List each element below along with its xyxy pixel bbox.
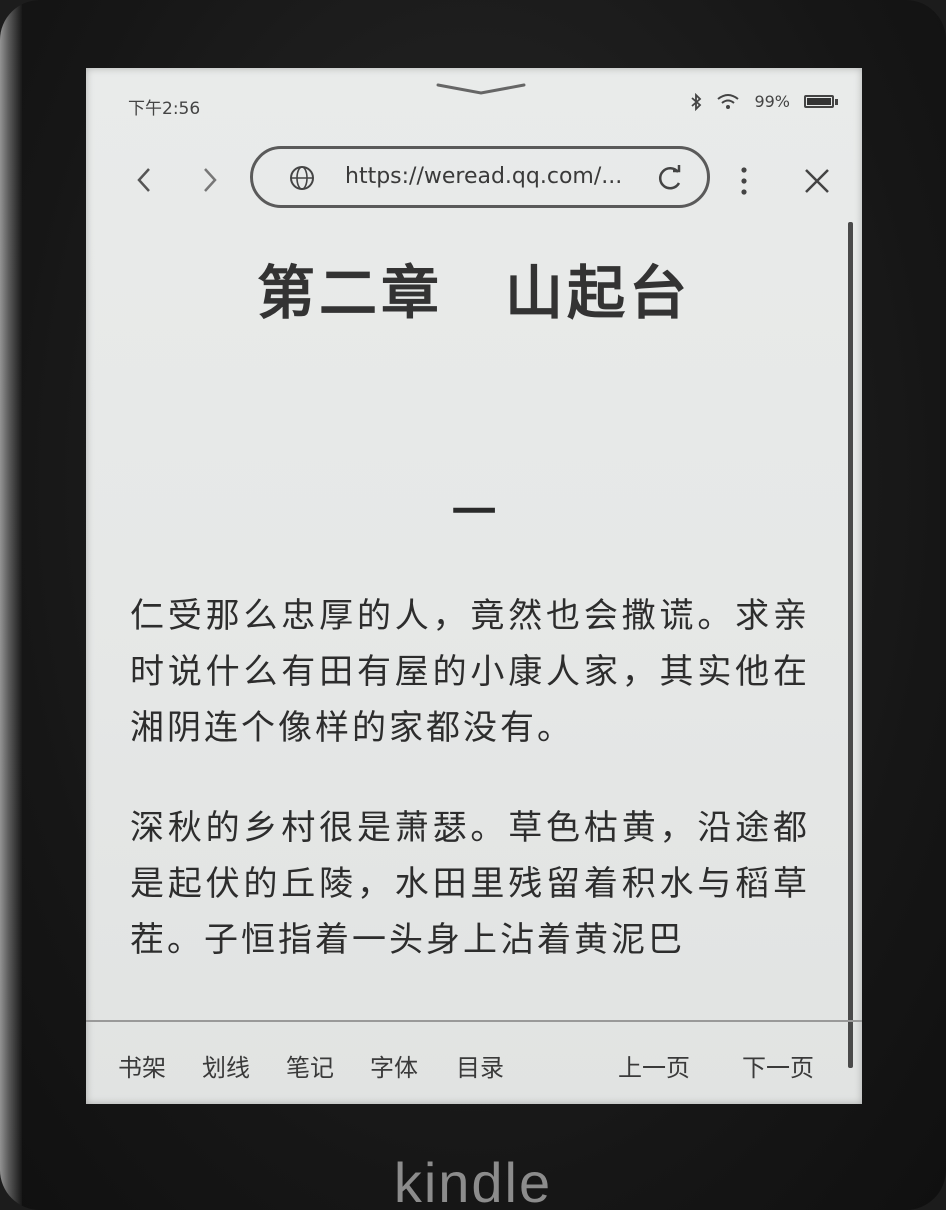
status-time: 下午2:56 bbox=[128, 99, 201, 119]
pull-down-handle-icon[interactable] bbox=[436, 82, 526, 96]
status-indicators: 99% bbox=[690, 92, 838, 111]
toc-button[interactable]: 目录 bbox=[456, 1048, 504, 1083]
section-number: 一 bbox=[452, 487, 496, 538]
bottom-nav: 书架 划线 笔记 字体 目录 上一页 下一页 bbox=[86, 1022, 862, 1104]
address-bar[interactable]: https://weread.qq.com/... bbox=[250, 146, 710, 208]
chevron-left-icon bbox=[137, 168, 150, 192]
battery-icon bbox=[804, 95, 838, 108]
globe-icon bbox=[290, 166, 314, 190]
battery-percent: 99% bbox=[754, 92, 790, 111]
reload-icon[interactable] bbox=[655, 163, 685, 193]
device-edge bbox=[0, 0, 22, 1210]
chevron-right-icon bbox=[204, 168, 217, 192]
paragraph: 深秋的乡村很是萧瑟。草色枯黄，沿途都是起伏的丘陵，水田里残留着积水与稻草茬。子恒… bbox=[130, 808, 810, 960]
wifi-icon bbox=[717, 93, 740, 109]
e-ink-screen: 下午2:56 99% https://weread.qq.com/... 第二章… bbox=[86, 68, 862, 1104]
paragraph: 仁受那么忠厚的人，竟然也会撒谎。求亲时说什么有田有屋的小康人家，其实他在湘阴连个… bbox=[130, 596, 810, 748]
more-vertical-icon[interactable] bbox=[734, 164, 754, 198]
highlight-button[interactable]: 划线 bbox=[202, 1048, 250, 1083]
notes-button[interactable]: 笔记 bbox=[286, 1048, 334, 1083]
kindle-device: 下午2:56 99% https://weread.qq.com/... 第二章… bbox=[0, 0, 946, 1210]
status-bar: 下午2:56 99% bbox=[86, 68, 862, 128]
back-button[interactable] bbox=[124, 160, 164, 200]
close-icon[interactable] bbox=[802, 166, 832, 196]
scrollbar[interactable] bbox=[848, 222, 853, 1068]
bookshelf-button[interactable]: 书架 bbox=[118, 1048, 166, 1083]
font-button[interactable]: 字体 bbox=[370, 1048, 418, 1083]
prev-page-button[interactable]: 上一页 bbox=[618, 1048, 690, 1083]
forward-button[interactable] bbox=[190, 160, 230, 200]
bluetooth-icon bbox=[691, 92, 702, 111]
kindle-logo: kindle bbox=[393, 1151, 553, 1210]
reading-content: 第二章 山起台 一 仁受那么忠厚的人，竟然也会撒谎。求亲时说什么有田有屋的小康人… bbox=[86, 218, 862, 1018]
battery-fill bbox=[807, 98, 831, 105]
chapter-title: 第二章 山起台 bbox=[256, 259, 691, 327]
url-text: https://weread.qq.com/... bbox=[345, 164, 623, 189]
next-page-button[interactable]: 下一页 bbox=[742, 1048, 814, 1083]
